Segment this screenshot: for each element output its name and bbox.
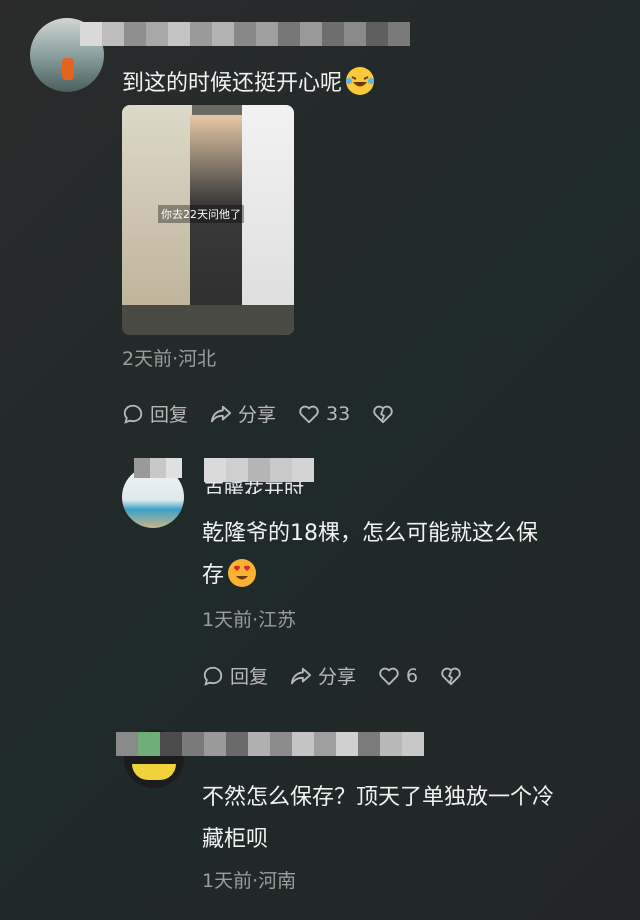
like-count: 6 [406, 664, 419, 687]
comment-text: 乾隆爷的18棵，怎么可能就这么保 存 [202, 521, 538, 588]
share-button[interactable]: 分享 [210, 400, 276, 427]
reply-button[interactable]: 回复 [122, 400, 188, 427]
comment-meta: 1天前·河南 [202, 870, 297, 892]
reply-button[interactable]: 回复 [202, 662, 268, 689]
username-blurred [116, 732, 424, 756]
heart-eyes-emoji-icon [228, 559, 257, 587]
comment-meta: 1天前·江苏 [202, 609, 297, 631]
broken-heart-icon [373, 405, 393, 423]
like-count: 33 [326, 402, 351, 425]
share-arrow-icon [290, 667, 312, 684]
like-button[interactable]: 6 [378, 665, 418, 687]
heart-icon [379, 667, 399, 685]
comment-bubble-icon [123, 404, 143, 424]
comment-bubble-icon [203, 666, 223, 686]
comment-text: 不然怎么保存？顶天了单独放一个冷 藏柜呗 [202, 785, 555, 852]
laughing-tears-emoji-icon [346, 67, 375, 95]
dislike-button[interactable] [372, 403, 394, 425]
image-caption: 你去22天问他了 [158, 205, 244, 223]
broken-heart-icon [441, 667, 461, 685]
comment-meta: 2天前·河北 [122, 348, 217, 370]
username-partial: 百暖花开时 [204, 480, 304, 494]
username-blurred [80, 22, 410, 46]
share-arrow-icon [210, 405, 232, 422]
comment-actions: 回复 分享 33 [122, 400, 394, 427]
comment-actions: 回复 分享 6 [202, 662, 462, 689]
dislike-button[interactable] [440, 665, 462, 687]
avatar-blur-overlay [134, 458, 182, 478]
username-blurred [204, 458, 314, 482]
share-button[interactable]: 分享 [290, 662, 356, 689]
comment-text: 到这的时候还挺开心呢 [122, 66, 375, 102]
like-button[interactable]: 33 [298, 403, 350, 425]
heart-icon [299, 405, 319, 423]
comment-image-thumbnail[interactable]: 你去22天问他了 [122, 105, 294, 335]
